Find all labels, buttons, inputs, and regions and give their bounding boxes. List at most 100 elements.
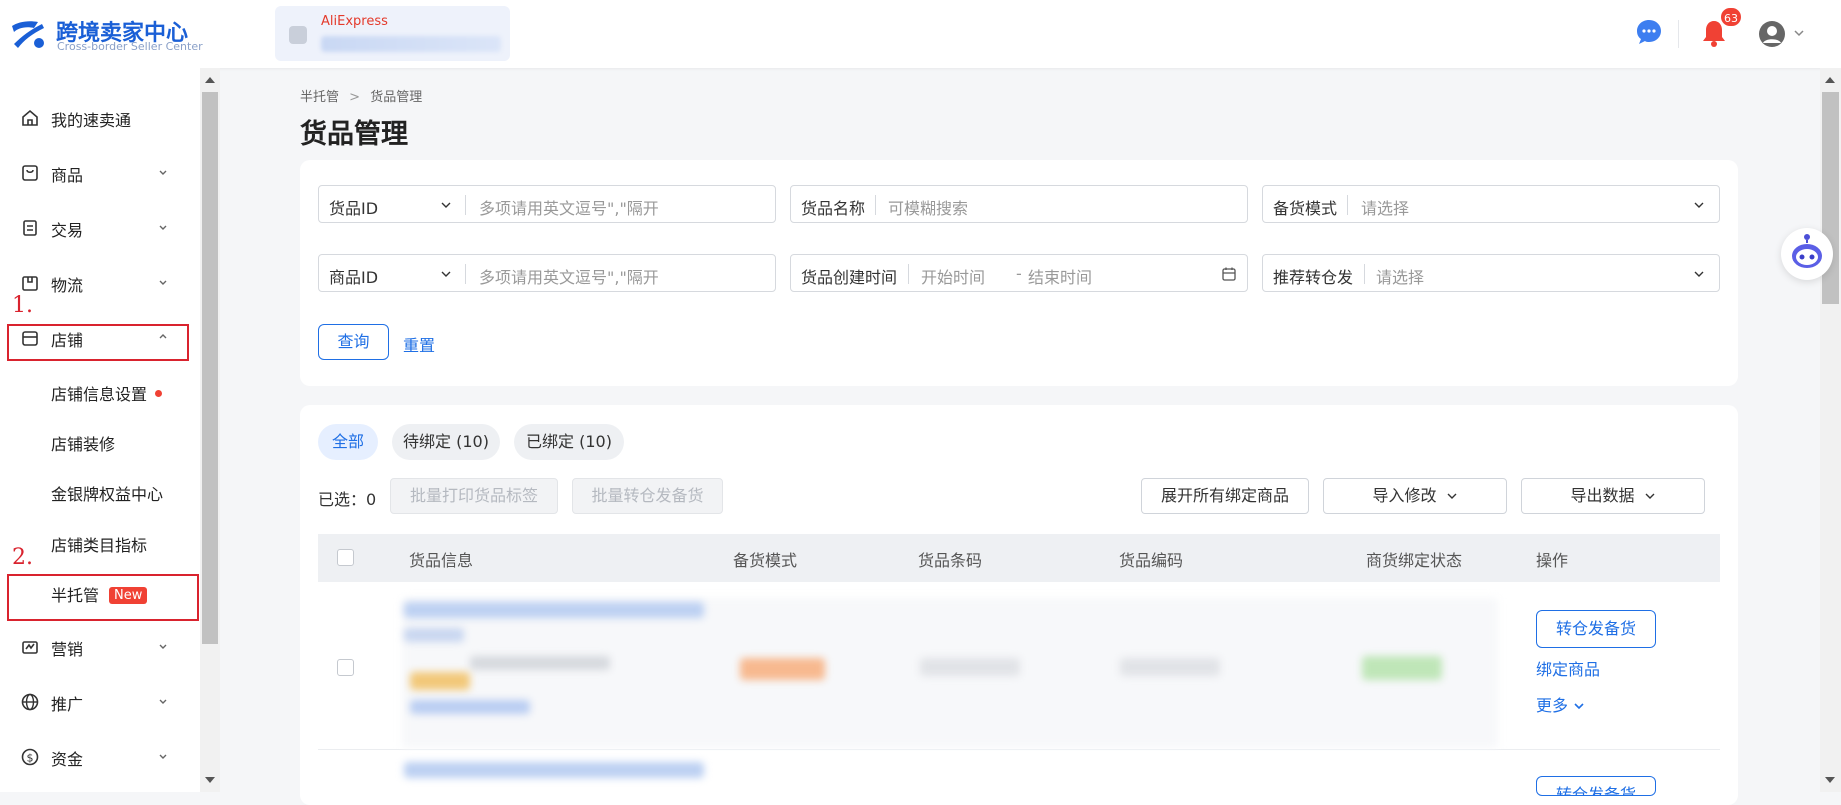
chevron-down-icon [441,202,451,208]
reset-button[interactable]: 重置 [403,332,435,356]
divider [908,264,909,284]
redacted-content [1120,658,1220,676]
breadcrumb-root[interactable]: 半托管 [300,90,339,105]
notification-badge: 63 [1719,6,1743,28]
export-data-label: 导出数据 [1570,486,1635,505]
scroll-down-arrow-icon[interactable] [205,777,215,783]
redacted-content [410,672,470,690]
sidebar-item-promotion[interactable]: 推广 [0,682,200,722]
goods-id-input[interactable]: 多项请用英文逗号","隔开 [479,195,659,219]
annotation-box-store [7,324,189,361]
svg-text:$: $ [27,752,34,765]
column-stock-mode: 备货模式 [733,551,798,570]
goods-id-type-select[interactable]: 货品ID [329,195,378,219]
transfer-stock-label: 转仓发备货 [1555,785,1636,796]
batch-transfer-button[interactable]: 批量转仓发备货 [572,478,723,514]
sidebar-subitem-store-info[interactable]: 店铺信息设置 [51,381,163,405]
redacted-content [920,658,1020,676]
stock-mode-label: 备货模式 [1273,199,1338,218]
breadcrumb-separator: > [349,90,361,105]
transfer-stock-button[interactable]: 转仓发备货 [1536,776,1656,796]
transfer-stock-button[interactable]: 转仓发备货 [1536,610,1656,648]
product-id-type-select[interactable]: 商品ID [329,264,378,288]
order-icon [23,220,37,236]
page-title: 货品管理 [300,119,408,150]
sidebar-item-label: 营销 [51,640,84,659]
row-checkbox[interactable] [337,659,354,676]
column-goods-info: 货品信息 [409,551,474,570]
brand-logo[interactable]: 跨境卖家中心 Cross-border Seller Center [8,14,208,54]
tab-bound[interactable]: 已绑定 (10) [514,424,624,460]
sidebar-item-label: 商品 [51,166,84,185]
sidebar-subitem-label: 店铺信息设置 [51,385,148,404]
chevron-down-icon [159,644,167,649]
export-data-button[interactable]: 导出数据 [1521,478,1705,514]
scroll-up-arrow-icon[interactable] [205,77,215,83]
divider [465,264,466,284]
sidebar-subitem-store-decoration[interactable]: 店铺装修 [51,431,115,455]
column-barcode: 货品条码 [918,551,983,570]
more-actions-link[interactable]: 更多 [1536,692,1585,716]
goods-name-label: 货品名称 [801,199,866,218]
top-bar: 跨境卖家中心 Cross-border Seller Center AliExp… [0,0,1841,68]
end-time-input[interactable]: 结束时间 [1028,264,1092,288]
start-time-input[interactable]: 开始时间 [921,264,985,288]
selected-count: 已选：0 [318,490,377,509]
redacted-content [1362,656,1442,680]
sidebar-subitem-medal-center[interactable]: 金银牌权益中心 [51,481,163,505]
chevron-down-icon [1694,202,1704,208]
chevron-down-icon [159,699,167,704]
goods-name-input[interactable]: 可模糊搜索 [888,195,968,219]
chevron-down-icon [159,170,167,175]
query-button[interactable]: 查询 [318,324,389,360]
chevron-down-icon [159,225,167,230]
tab-pending-bind[interactable]: 待绑定 (10) [392,424,500,460]
marketing-icon [22,641,38,654]
sidebar-item-label: 交易 [51,221,84,240]
goods-id-filter[interactable]: 货品ID 多项请用英文逗号","隔开 [318,185,776,223]
chat-icon[interactable] [1634,17,1664,47]
create-time-filter[interactable]: 货品创建时间 开始时间 - 结束时间 [790,254,1248,292]
sidebar-item-label: 我的速卖通 [51,111,132,130]
calendar-icon[interactable] [1221,266,1237,282]
store-name-redacted [321,36,501,52]
sidebar-item-label: 推广 [51,695,84,714]
logistics-icon [22,276,38,291]
sidebar-item-trade[interactable]: 交易 [0,208,200,248]
redacted-content [740,658,825,680]
column-goods-code: 货品编码 [1119,551,1184,570]
batch-print-labels-button[interactable]: 批量打印货品标签 [390,478,558,514]
scroll-down-arrow-icon[interactable] [1825,777,1835,783]
redacted-content [410,700,530,714]
product-id-input[interactable]: 多项请用英文逗号","隔开 [479,264,659,288]
transfer-filter[interactable]: 推荐转仓发 请选择 [1262,254,1720,292]
goods-name-filter[interactable]: 货品名称 可模糊搜索 [790,185,1248,223]
sidebar-item-product[interactable]: 商品 [0,153,200,193]
stock-mode-filter[interactable]: 备货模式 请选择 [1262,185,1720,223]
bind-product-link[interactable]: 绑定商品 [1536,656,1600,680]
product-id-filter[interactable]: 商品ID 多项请用英文逗号","隔开 [318,254,776,292]
import-edit-button[interactable]: 导入修改 [1323,478,1507,514]
sidebar-item-home[interactable]: 我的速卖通 [0,98,200,138]
sidebar-item-marketing[interactable]: 营销 [0,627,200,667]
store-switcher[interactable]: AliExpress [275,6,510,61]
select-all-checkbox[interactable] [337,549,354,566]
annotation-step-1: 1. [12,293,33,318]
user-icon[interactable] [1758,20,1786,48]
table-header: 货品信息 备货模式 货品条码 货品编码 商货绑定状态 操作 [318,534,1720,582]
sidebar-item-funds[interactable]: $ 资金 [0,737,200,777]
more-actions-label: 更多 [1536,696,1569,715]
stock-mode-select[interactable]: 请选择 [1361,195,1409,219]
scroll-up-arrow-icon[interactable] [1825,77,1835,83]
chevron-down-icon[interactable] [1794,29,1804,37]
product-icon [22,165,38,181]
sidebar-scrollbar-thumb[interactable] [202,92,218,644]
brand-subtitle: Cross-border Seller Center [57,40,203,53]
expand-all-bound-button[interactable]: 展开所有绑定商品 [1141,478,1309,514]
assistant-bot-button[interactable] [1781,228,1833,280]
sidebar-subitem-category-metrics[interactable]: 店铺类目指标 [51,532,147,556]
tab-all[interactable]: 全部 [318,424,378,460]
divider [1364,264,1365,284]
robot-icon [1792,234,1822,268]
transfer-select[interactable]: 请选择 [1376,264,1424,288]
